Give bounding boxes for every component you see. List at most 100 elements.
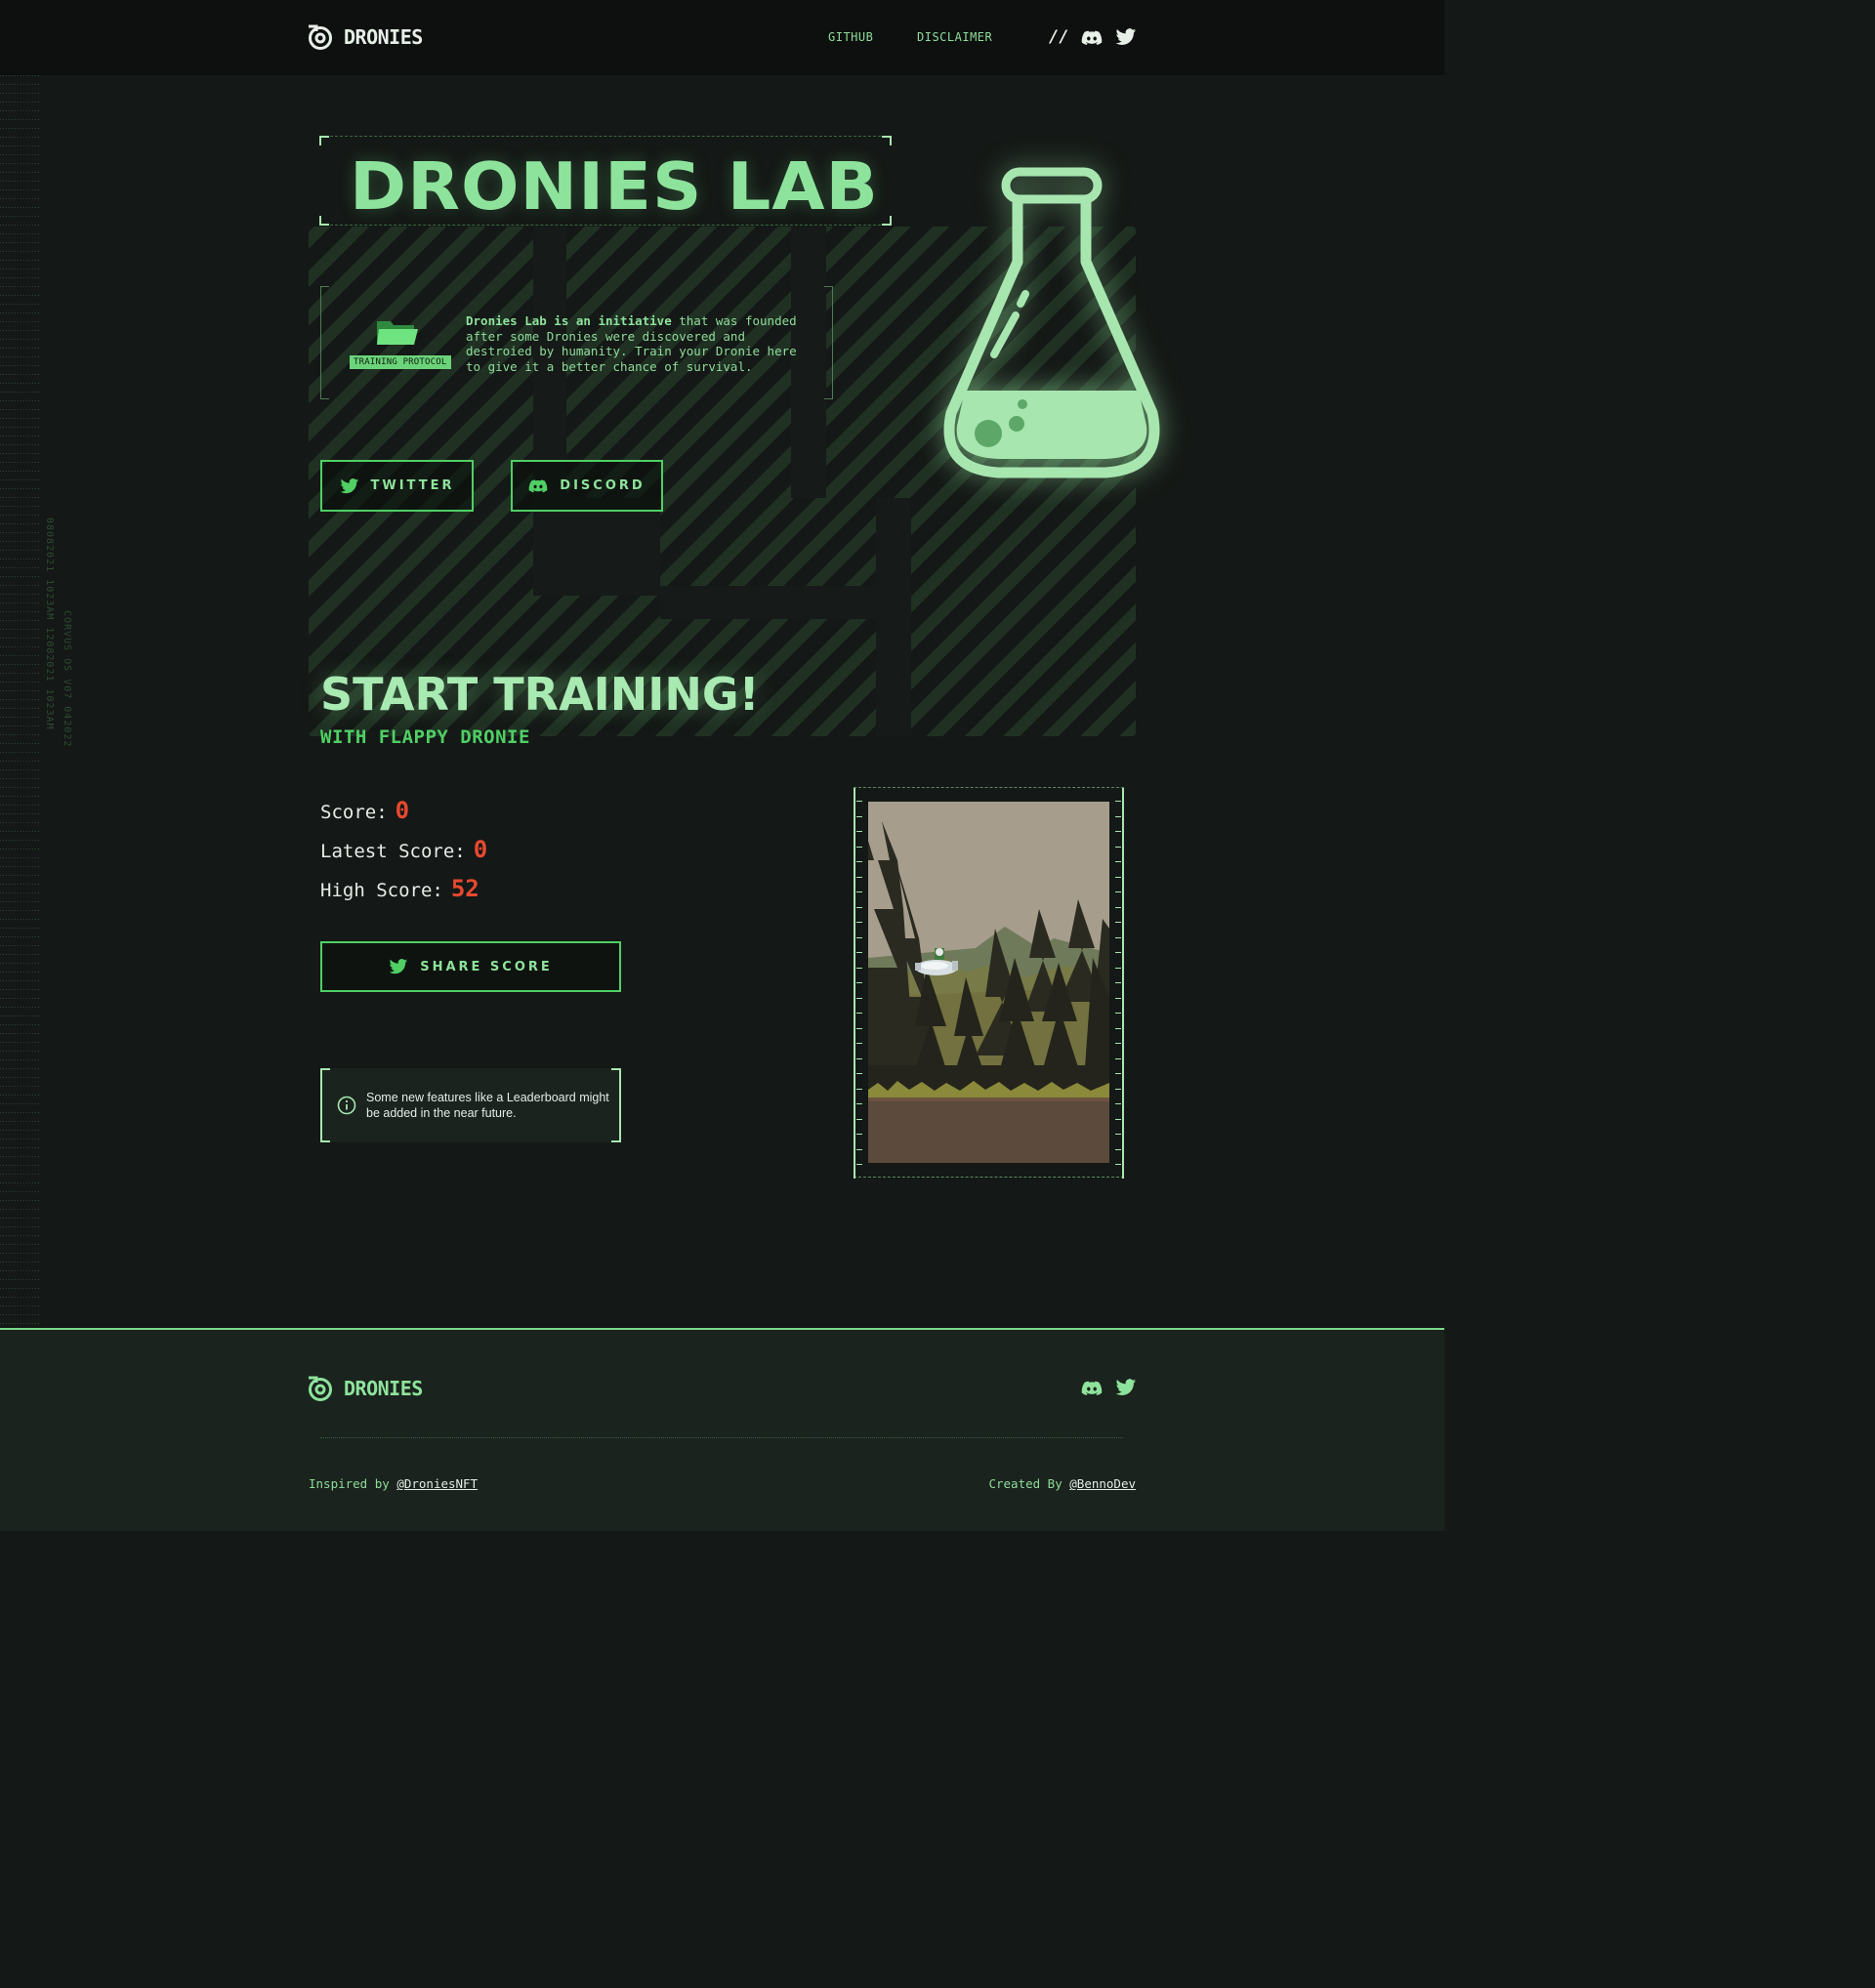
frame-tick [856, 906, 862, 908]
frame-tick [856, 922, 862, 923]
dronies-logo-icon [309, 1376, 332, 1401]
footer-brand-link[interactable]: DRONIES [307, 1375, 423, 1402]
share-score-label: SHARE SCORE [420, 959, 553, 974]
inspired-credit: Inspired by @DroniesNFT [309, 1476, 478, 1491]
brand-name: DRONIES [344, 25, 423, 49]
frame-tick [856, 1043, 862, 1044]
brand-home-link[interactable]: DRONIES [307, 23, 423, 51]
frame-tick [856, 1073, 862, 1074]
footer-divider [320, 1437, 1123, 1438]
inspired-prefix: Inspired by [309, 1476, 397, 1491]
frame-tick [1115, 1148, 1121, 1150]
discord-icon[interactable] [1081, 27, 1103, 49]
nav-github-link[interactable]: GITHUB [828, 30, 873, 44]
discord-icon[interactable] [1081, 1378, 1103, 1399]
created-credit: Created By @BennoDev [988, 1476, 1136, 1491]
page-title: DRONIES LAB [350, 148, 879, 225]
twitter-icon [389, 959, 408, 974]
frame-tick [1115, 1057, 1121, 1059]
footer: DRONIES Inspired by @DroniesNFT Created … [0, 1328, 1444, 1531]
frame-tick [856, 1027, 862, 1029]
nav-disclaimer-link[interactable]: DISCLAIMER [917, 30, 992, 44]
training-title: START TRAINING! [320, 668, 760, 721]
discord-button[interactable]: DISCORD [511, 460, 663, 512]
stripe-gap [660, 586, 876, 619]
frame-tick [856, 982, 862, 983]
frame-tick [1115, 906, 1121, 908]
frame-tick [856, 815, 862, 817]
dronies-nft-link[interactable]: @DroniesNFT [396, 1476, 478, 1491]
intro-panel: TRAINING PROTOCOL Dronies Lab is an init… [320, 286, 833, 399]
training-protocol-badge: TRAINING PROTOCOL [350, 355, 451, 369]
stripe-gap [533, 498, 660, 596]
frame-tick [1115, 1164, 1121, 1165]
frame-tick [856, 1103, 862, 1104]
frame-tick [856, 1088, 862, 1090]
frame-tick [1115, 876, 1121, 878]
frame-corner [319, 136, 329, 145]
notice-text: Some new features like a Leaderboard mig… [366, 1091, 609, 1120]
frame-tick [1115, 982, 1121, 983]
panel-bracket [320, 286, 329, 399]
intro-bold: Dronies Lab is an initiative [466, 313, 672, 328]
notice-bracket [320, 1068, 330, 1142]
nav-separator: // [1049, 27, 1069, 47]
frame-tick [1115, 1118, 1121, 1120]
latest-score-label: Latest Score: [320, 841, 466, 862]
side-timestamp-text: 08082021 1023AM 12082021 1023AM [44, 518, 55, 730]
high-score-row: High Score: 52 [320, 875, 479, 902]
frame-tick [856, 967, 862, 969]
folder-icon [377, 321, 418, 345]
stripe-gap [876, 498, 911, 737]
high-score-value: 52 [450, 875, 479, 902]
frame-tick [1115, 846, 1121, 848]
frame-tick [856, 1013, 862, 1014]
frame-tick [1115, 997, 1121, 999]
latest-score-value: 0 [473, 836, 488, 863]
intro-text: Dronies Lab is an initiative that was fo… [466, 313, 803, 374]
footer-brand-name: DRONIES [344, 1377, 423, 1400]
twitter-button[interactable]: TWITTER [320, 460, 474, 512]
score-value: 0 [395, 797, 410, 824]
frame-tick [1115, 936, 1121, 938]
twitter-icon[interactable] [1115, 26, 1137, 48]
frame-tick [1115, 831, 1121, 832]
frame-tick [1115, 861, 1121, 862]
info-icon [337, 1096, 356, 1115]
frame-tick [856, 831, 862, 832]
dronies-logo-icon [309, 24, 332, 50]
frame-tick [856, 997, 862, 999]
frame-tick [1115, 1088, 1121, 1090]
share-score-button[interactable]: SHARE SCORE [320, 941, 621, 992]
frame-tick [856, 1057, 862, 1059]
frame-tick [856, 801, 862, 802]
frame-tick [856, 891, 862, 892]
discord-icon [528, 478, 548, 492]
frame-tick [1115, 922, 1121, 923]
twitter-button-label: TWITTER [370, 478, 455, 493]
frame-tick [1115, 1103, 1121, 1104]
flask-icon [943, 167, 1160, 478]
discord-button-label: DISCORD [560, 478, 646, 493]
bennodev-link[interactable]: @BennoDev [1069, 1476, 1136, 1491]
frame-tick [856, 952, 862, 953]
frame-corner [882, 136, 892, 145]
feature-notice: Some new features like a Leaderboard mig… [320, 1068, 621, 1142]
frame-tick [1115, 891, 1121, 892]
frame-tick [1115, 1043, 1121, 1044]
frame-tick [856, 876, 862, 878]
frame-tick [856, 1118, 862, 1120]
side-dot-pattern [0, 75, 41, 1325]
training-subtitle: WITH FLAPPY DRONIE [320, 726, 530, 748]
latest-score-row: Latest Score: 0 [320, 836, 487, 863]
flappy-dronie-game-canvas[interactable] [868, 802, 1109, 1163]
top-navbar: DRONIES GITHUB DISCLAIMER // [0, 0, 1444, 75]
twitter-icon[interactable] [1115, 1377, 1137, 1398]
notice-bracket [611, 1068, 621, 1142]
frame-tick [856, 846, 862, 848]
frame-tick [1115, 1073, 1121, 1074]
frame-tick [1115, 815, 1121, 817]
twitter-icon [340, 477, 358, 493]
created-prefix: Created By [988, 1476, 1070, 1491]
frame-tick [1115, 967, 1121, 969]
